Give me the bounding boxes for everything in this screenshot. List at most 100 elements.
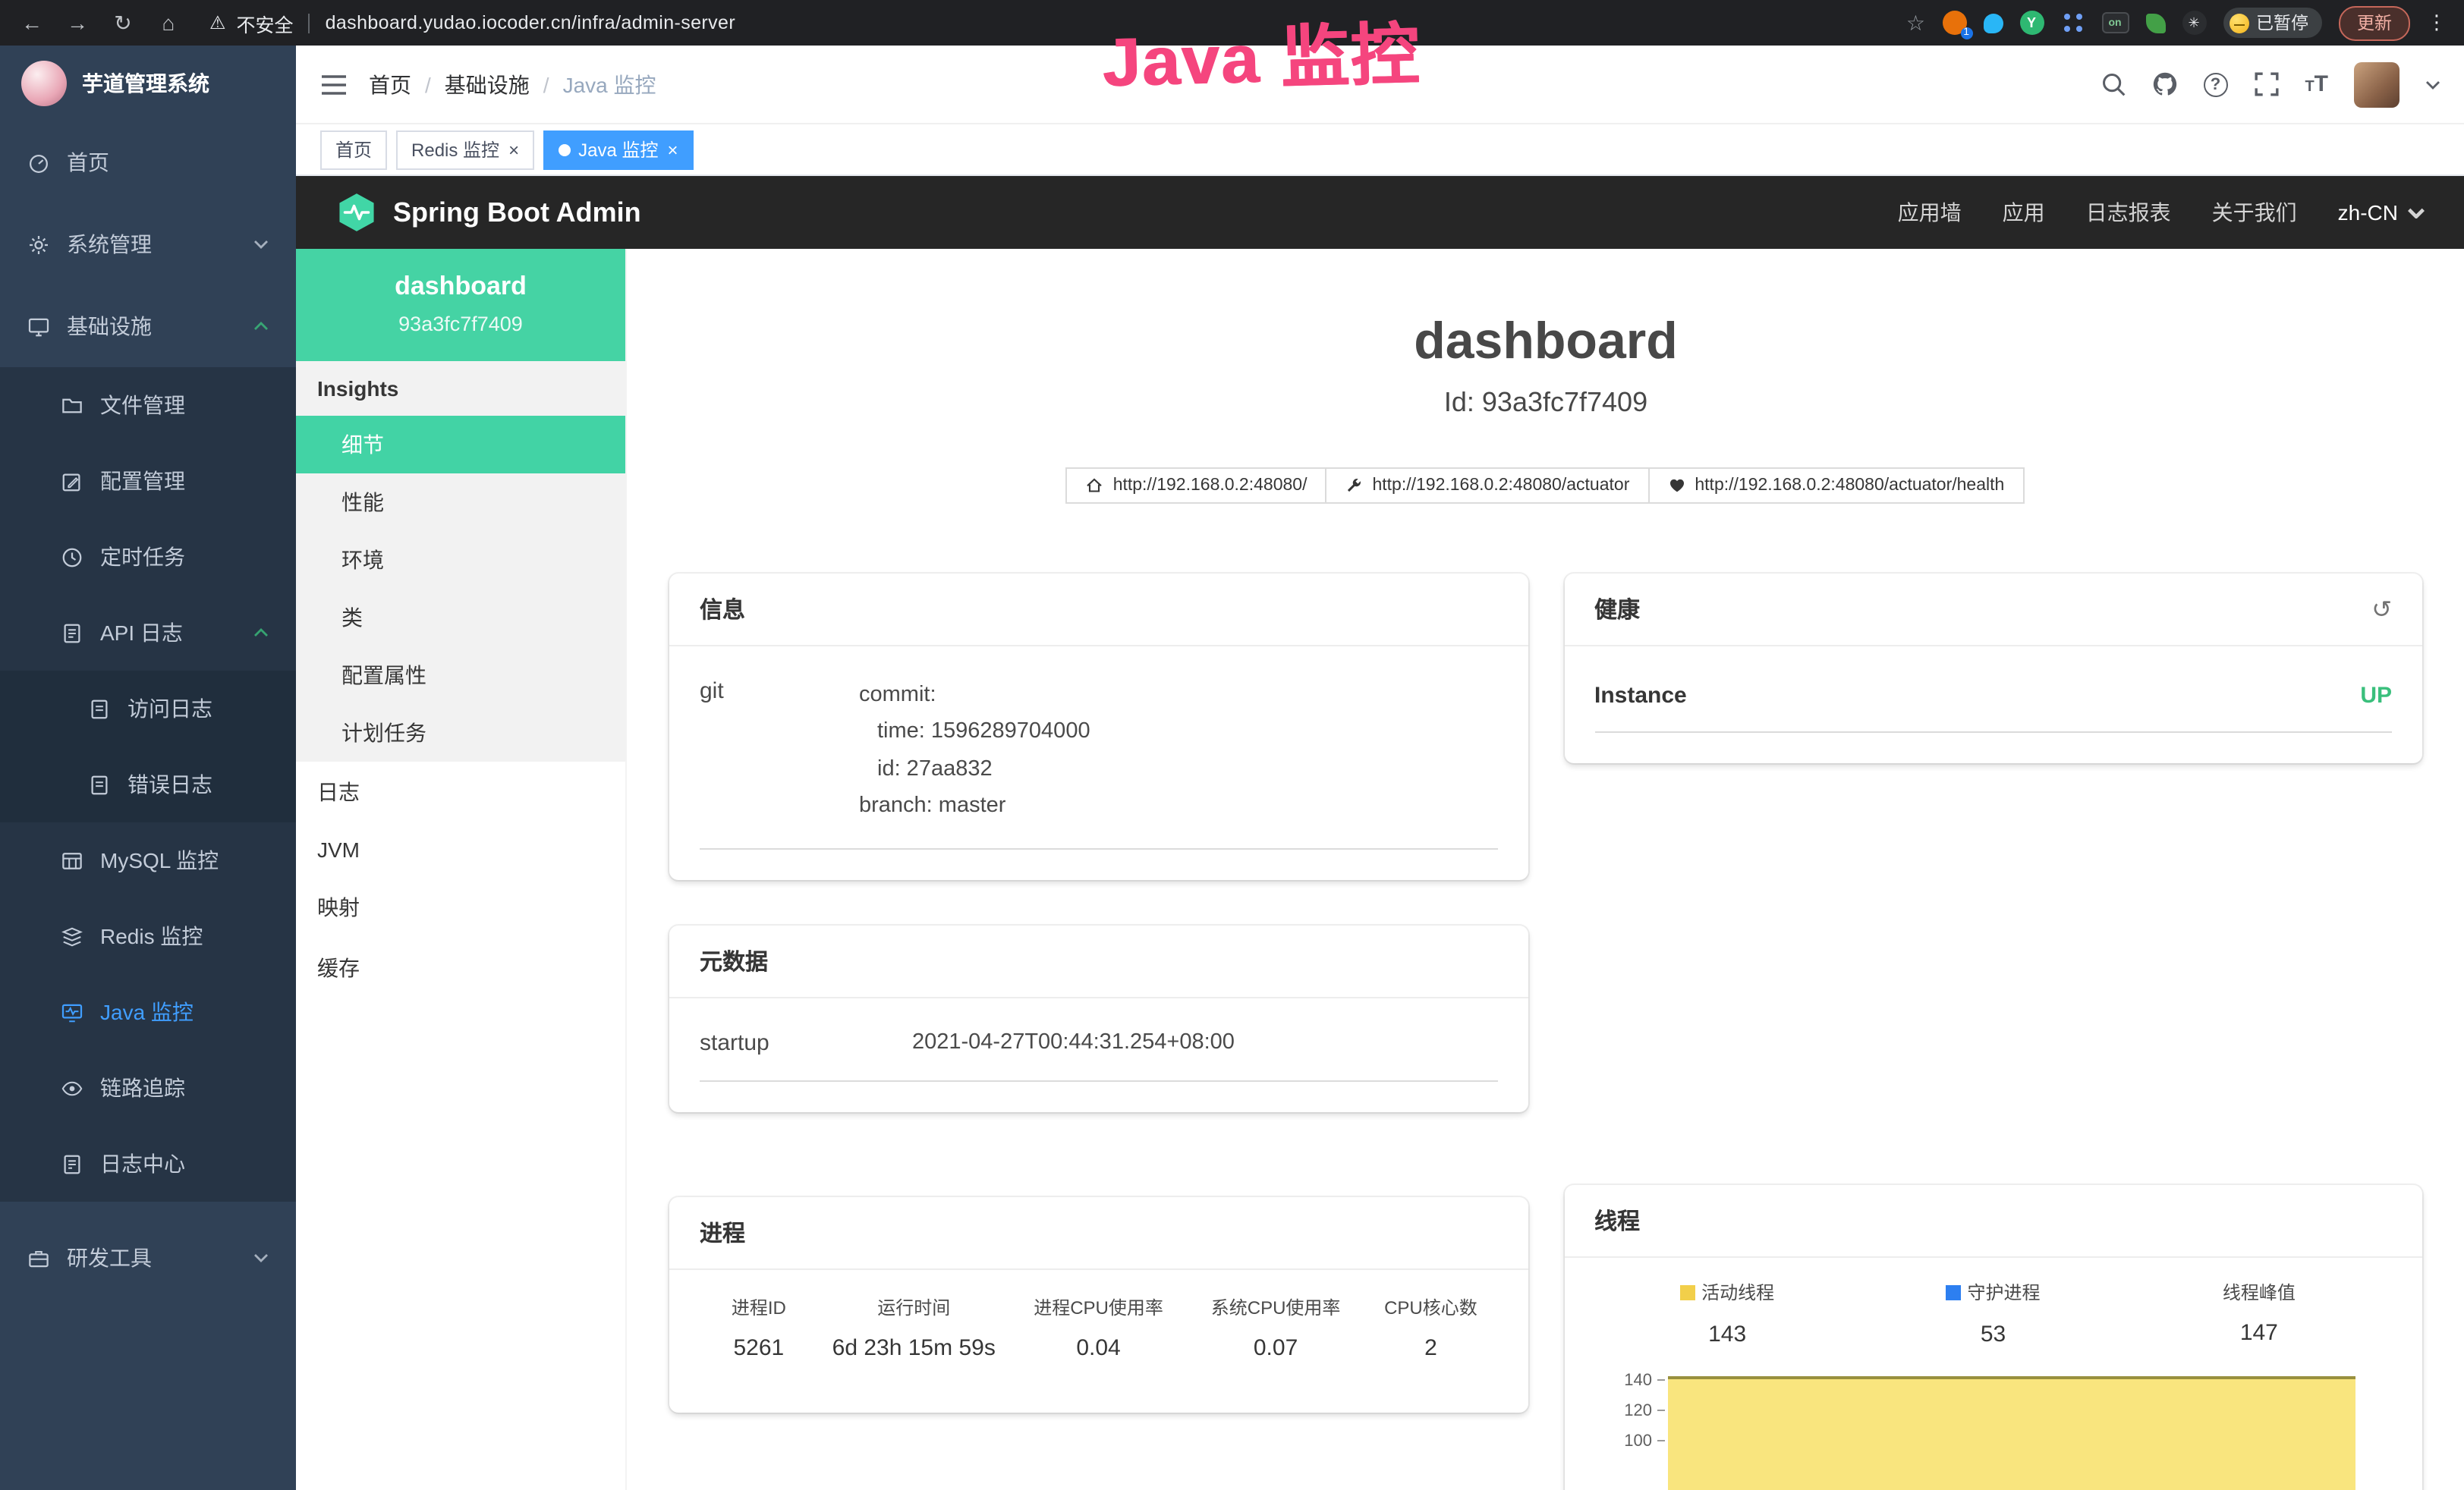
history-icon[interactable]: ↺ <box>2371 594 2392 624</box>
sba-sidebar: dashboard 93a3fc7f7409 Insights 细节 性能 环境… <box>296 249 627 1490</box>
link-actuator-url[interactable]: http://192.168.0.2:48080/actuator <box>1325 467 1649 504</box>
sidebar-item-java-monitor[interactable]: Java 监控 <box>0 974 296 1050</box>
fullscreen-icon[interactable] <box>2253 71 2279 97</box>
instance-header[interactable]: dashboard 93a3fc7f7409 <box>296 249 625 361</box>
sidebar-item-label: Java 监控 <box>100 997 194 1027</box>
close-icon[interactable]: × <box>667 140 678 159</box>
app-title: 芋道管理系统 <box>82 68 209 99</box>
extension-drop-icon[interactable] <box>1983 13 2003 33</box>
forward-icon[interactable]: → <box>64 11 91 35</box>
sidebar-item-access-logs[interactable]: 访问日志 <box>0 671 296 747</box>
legend-live-threads: 活动线程 143 <box>1594 1279 1860 1347</box>
cards-right-column: 健康 ↺ Instance UP <box>1564 574 2422 1490</box>
extension-pinwheel-icon[interactable]: ✳ <box>2182 11 2206 35</box>
link-health-url[interactable]: http://192.168.0.2:48080/actuator/health <box>1647 467 2024 504</box>
gauge-icon <box>27 151 50 174</box>
sba-item-mappings[interactable]: 映射 <box>296 877 625 938</box>
tab-redis-monitor[interactable]: Redis 监控 × <box>396 130 534 169</box>
tab-home[interactable]: 首页 <box>320 130 387 169</box>
breadcrumb-infrastructure[interactable]: 基础设施 <box>445 69 530 99</box>
back-icon[interactable]: ← <box>18 11 46 35</box>
instance-name: dashboard <box>308 272 613 302</box>
sidebar-item-log-center[interactable]: 日志中心 <box>0 1126 296 1202</box>
text-size-icon[interactable]: TT <box>2305 71 2328 97</box>
tab-bar: 首页 Redis 监控 × Java 监控 × <box>296 124 2464 176</box>
sba-nav-links: 应用墙 应用 日志报表 关于我们 zh-CN <box>1898 197 2425 228</box>
hamburger-icon[interactable] <box>320 72 348 96</box>
extension-grid-icon[interactable] <box>2060 11 2085 35</box>
col-header: CPU核心数 <box>1364 1295 1497 1321</box>
sba-item-beans[interactable]: 类 <box>296 589 625 646</box>
search-icon[interactable] <box>2100 71 2126 97</box>
reload-icon[interactable]: ↻ <box>109 10 137 36</box>
layers-icon <box>61 925 83 948</box>
sidebar-item-tracing[interactable]: 链路追踪 <box>0 1050 296 1126</box>
card-title: 线程 <box>1594 1205 1640 1237</box>
profile-paused-badge[interactable]: 已暂停 <box>2223 8 2322 38</box>
sidebar-item-scheduled-jobs[interactable]: 定时任务 <box>0 519 296 595</box>
link-label: http://192.168.0.2:48080/actuator <box>1372 476 1629 495</box>
gear-icon <box>27 233 50 256</box>
update-button[interactable]: 更新 <box>2339 5 2410 40</box>
sidebar-item-label: 研发工具 <box>67 1243 152 1273</box>
bookmark-star-icon[interactable]: ☆ <box>1906 10 1925 36</box>
link-service-url[interactable]: http://192.168.0.2:48080/ <box>1066 467 1327 504</box>
sba-locale-select[interactable]: zh-CN <box>2338 200 2425 225</box>
sidebar-item-dev-tools[interactable]: 研发工具 <box>0 1217 296 1299</box>
github-icon[interactable] <box>2151 71 2177 97</box>
git-commit-line: commit: <box>859 677 1497 714</box>
sidebar-item-error-logs[interactable]: 错误日志 <box>0 747 296 822</box>
sidebar-item-file-management[interactable]: 文件管理 <box>0 367 296 443</box>
process-card: 进程 进程ID5261 运行时间6d 23h 15m 59s 进程CPU使用率0… <box>669 1198 1528 1413</box>
sba-item-scheduled-tasks[interactable]: 计划任务 <box>296 704 625 762</box>
sba-brand[interactable]: Spring Boot Admin <box>335 191 641 234</box>
close-icon[interactable]: × <box>508 140 519 159</box>
sba-item-caches[interactable]: 缓存 <box>296 938 625 998</box>
row-key: git <box>700 677 859 825</box>
extension-y-icon[interactable]: Y <box>2019 11 2044 35</box>
sidebar-item-config-management[interactable]: 配置管理 <box>0 443 296 519</box>
sba-nav-about[interactable]: 关于我们 <box>2212 197 2297 228</box>
sidebar-item-api-logs[interactable]: API 日志 <box>0 595 296 671</box>
extension-switch-icon[interactable]: on <box>2101 12 2129 33</box>
address-bar[interactable]: ⚠ 不安全 dashboard.yudao.iocoder.cn/infra/a… <box>209 8 1888 37</box>
sidebar-item-mysql-monitor[interactable]: MySQL 监控 <box>0 822 296 898</box>
insights-group: Insights 细节 性能 环境 类 配置属性 计划任务 <box>296 361 625 762</box>
link-label: http://192.168.0.2:48080/ <box>1113 476 1308 495</box>
cards-grid: 信息 git commit: time: 1596289704000 id: 2… <box>669 574 2422 1490</box>
app-header: 首页 / 基础设施 / Java 监控 ? TT <box>296 46 2464 124</box>
git-id-line: id: 27aa832 <box>859 750 1497 787</box>
browser-menu-icon[interactable]: ⋮ <box>2427 11 2447 35</box>
divider <box>309 13 310 33</box>
help-icon[interactable]: ? <box>2203 72 2227 96</box>
home-icon[interactable]: ⌂ <box>155 11 182 35</box>
tab-java-monitor[interactable]: Java 监控 × <box>543 130 693 169</box>
sidebar-item-infrastructure[interactable]: 基础设施 <box>0 285 296 367</box>
sidebar-item-redis-monitor[interactable]: Redis 监控 <box>0 898 296 974</box>
sidebar-item-label: API 日志 <box>100 618 183 648</box>
breadcrumb-separator: / <box>543 72 549 96</box>
sba-item-metrics[interactable]: 性能 <box>296 473 625 531</box>
extension-fox-icon[interactable]: 1 <box>1942 11 1966 35</box>
sidebar-item-home[interactable]: 首页 <box>0 121 296 203</box>
sba-item-loggers[interactable]: 日志 <box>296 762 625 822</box>
sba-nav-applications[interactable]: 应用 <box>2003 197 2045 228</box>
app-logo[interactable]: 芋道管理系统 <box>0 46 296 121</box>
sba-item-details[interactable]: 细节 <box>296 416 625 473</box>
col-header: 运行时间 <box>818 1295 1010 1321</box>
sidebar-item-label: 首页 <box>67 147 109 178</box>
sba-item-environment[interactable]: 环境 <box>296 531 625 589</box>
sidebar-item-system[interactable]: 系统管理 <box>0 203 296 285</box>
sba-nav-wallboard[interactable]: 应用墙 <box>1898 197 1962 228</box>
extension-leaf-icon[interactable] <box>2145 13 2165 33</box>
sba-navbar: Spring Boot Admin 应用墙 应用 日志报表 关于我们 zh-CN <box>296 176 2464 249</box>
card-title: 进程 <box>700 1218 745 1250</box>
card-title: 健康 <box>1594 593 1640 625</box>
breadcrumb-home[interactable]: 首页 <box>369 69 411 99</box>
sba-item-config-props[interactable]: 配置属性 <box>296 646 625 704</box>
avatar-caret-icon[interactable] <box>2425 80 2440 89</box>
sba-nav-journal[interactable]: 日志报表 <box>2086 197 2171 228</box>
legend-swatch-blue <box>1946 1284 1962 1300</box>
user-avatar[interactable] <box>2354 61 2399 107</box>
sba-item-jvm[interactable]: JVM <box>296 822 625 877</box>
